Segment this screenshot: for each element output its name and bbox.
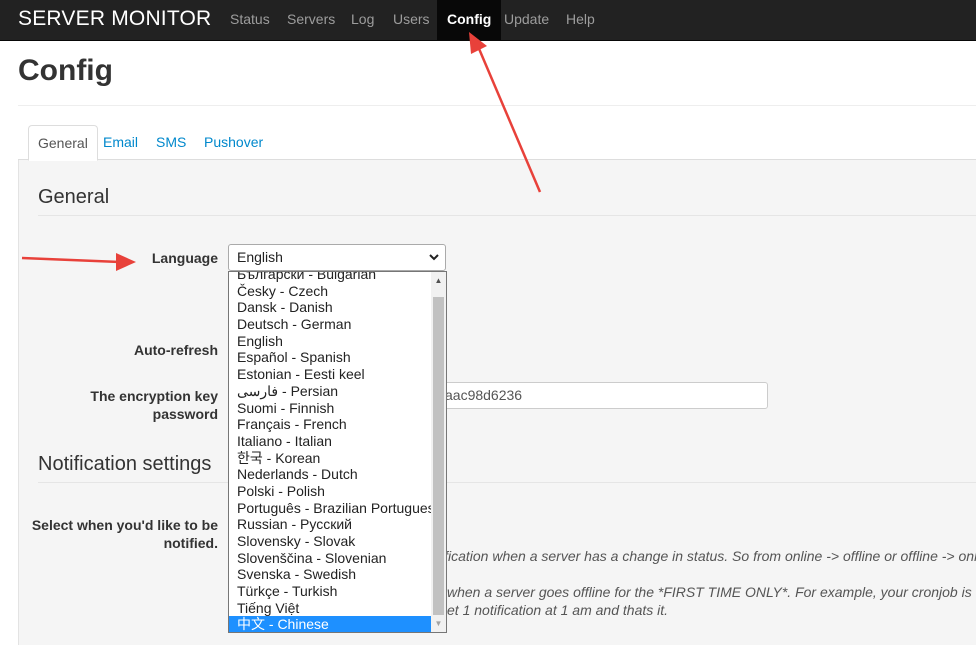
language-option[interactable]: Tiếng Việt xyxy=(229,600,432,617)
nav-log[interactable]: Log xyxy=(341,0,384,40)
scroll-thumb[interactable] xyxy=(433,297,444,615)
language-option[interactable]: 中文 - Chinese xyxy=(229,616,432,632)
scroll-up-arrow-icon[interactable]: ▲ xyxy=(431,272,446,289)
scroll-down-arrow-icon[interactable]: ▼ xyxy=(431,615,446,632)
language-dropdown-list[interactable]: Български - Bulgarian Česky - Czech Dansk … xyxy=(228,271,447,633)
dropdown-scrollbar[interactable]: ▲ ▼ xyxy=(431,272,446,632)
notification-section-divider xyxy=(38,482,976,483)
language-option[interactable]: Svenska - Swedish xyxy=(229,566,432,583)
language-option[interactable]: Deutsch - German xyxy=(229,316,432,333)
nav-status[interactable]: Status xyxy=(220,0,280,40)
tab-pushover[interactable]: Pushover xyxy=(195,125,272,159)
encryption-key-label-line2: password xyxy=(152,406,218,422)
language-option[interactable]: Polski - Polish xyxy=(229,483,432,500)
language-select-value: English xyxy=(237,249,283,265)
language-option[interactable]: Türkçe - Turkish xyxy=(229,583,432,600)
tab-sms[interactable]: SMS xyxy=(147,125,195,159)
encryption-key-label: The encryption key password xyxy=(60,387,218,423)
nav-servers[interactable]: Servers xyxy=(277,0,345,40)
nav-users[interactable]: Users xyxy=(383,0,440,40)
language-option[interactable]: Česky - Czech xyxy=(229,283,432,300)
notify-when-label-line1: Select when you'd like to be xyxy=(31,517,218,533)
annotation-arrow-language-icon xyxy=(21,253,136,271)
language-option[interactable]: 한국 - Korean xyxy=(229,450,432,467)
language-select[interactable]: English xyxy=(228,244,446,271)
tab-email[interactable]: Email xyxy=(94,125,147,159)
language-option[interactable]: Estonian - Eesti keel xyxy=(229,366,432,383)
page-title: Config xyxy=(18,54,113,87)
notify-help-text-2: when a server goes offline for the *FIRS… xyxy=(447,584,976,600)
general-section-divider xyxy=(38,215,976,216)
notify-help-text-3: et 1 notification at 1 am and thats it. xyxy=(447,602,669,618)
autorefresh-label: Auto-refresh xyxy=(133,342,218,358)
language-option[interactable]: Suomi - Finnish xyxy=(229,400,432,417)
encryption-key-label-line1: The encryption key xyxy=(90,388,218,404)
general-section-title: General xyxy=(38,186,110,208)
encryption-key-input[interactable]: aac98d6236 xyxy=(430,382,768,409)
tab-general[interactable]: General xyxy=(28,125,98,161)
annotation-arrow-config-icon xyxy=(469,32,542,193)
language-option[interactable]: Български - Bulgarian xyxy=(229,272,432,283)
notification-section-title: Notification settings xyxy=(38,453,212,475)
language-option[interactable]: Italiano - Italian xyxy=(229,433,432,450)
language-option[interactable]: English xyxy=(229,333,432,350)
language-option[interactable]: Español - Spanish xyxy=(229,349,432,366)
brand-logo[interactable]: SERVER MONITOR xyxy=(18,7,211,31)
notify-help-text-1: ification when a server has a change in … xyxy=(441,548,976,564)
language-option[interactable]: Português - Brazilian Portuguese xyxy=(229,500,442,517)
language-option[interactable]: Nederlands - Dutch xyxy=(229,466,432,483)
language-option[interactable]: فارسی - Persian xyxy=(229,383,432,400)
language-option[interactable]: Russian - Русский xyxy=(229,516,432,533)
nav-help[interactable]: Help xyxy=(556,0,605,40)
language-option[interactable]: Slovenščina - Slovenian xyxy=(229,550,432,567)
language-option[interactable]: Dansk - Danish xyxy=(229,299,432,316)
notify-when-label: Select when you'd like to be notified. xyxy=(30,516,218,552)
language-option[interactable]: Slovensky - Slovak xyxy=(229,533,432,550)
language-options: Български - Bulgarian Česky - Czech Dansk … xyxy=(229,272,442,632)
language-option[interactable]: Français - French xyxy=(229,416,432,433)
notify-when-label-line2: notified. xyxy=(163,535,218,551)
